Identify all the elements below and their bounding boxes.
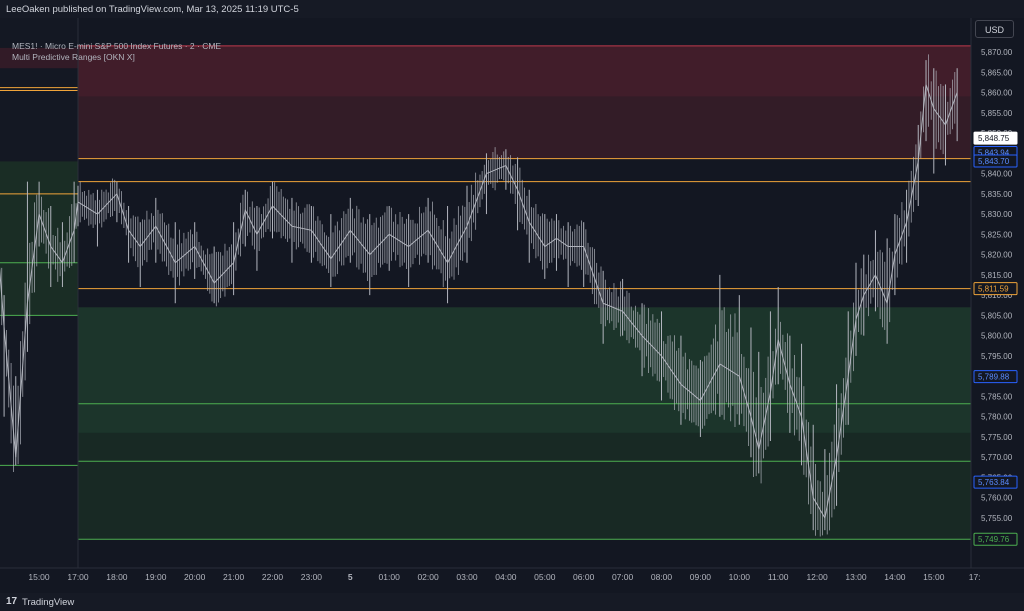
x-tick-label: 10:00 [729,572,751,582]
x-tick-label: 13:00 [845,572,867,582]
y-tick-label: 5,840.00 [981,170,1013,179]
y-tick-label: 5,815.00 [981,271,1013,280]
price-label: 5,763.84 [978,478,1010,487]
x-tick-label: 01:00 [379,572,401,582]
y-tick-label: 5,865.00 [981,68,1013,77]
y-tick-label: 5,775.00 [981,433,1013,442]
publish-bar: LeeOaken published on TradingView.com, M… [0,0,1024,18]
footer: 17 TradingView [0,593,1024,611]
zone-lower-resistance [78,96,971,159]
x-tick-label: 15:00 [923,572,945,582]
price-label: 5,848.75 [978,134,1010,143]
x-tick-label: 5 [348,572,353,582]
price-label: 5,843.70 [978,157,1010,166]
x-tick-label: 05:00 [534,572,556,582]
y-tick-label: 5,770.00 [981,453,1013,462]
chart-legend: MES1! · Micro E-mini S&P 500 Index Futur… [12,41,221,63]
y-tick-label: 5,830.00 [981,210,1013,219]
x-tick-label: 14:00 [884,572,906,582]
x-tick-label: 15:00 [28,572,50,582]
y-tick-label: 5,870.00 [981,48,1013,57]
x-tick-label: 19:00 [145,572,167,582]
y-tick-label: 5,825.00 [981,230,1013,239]
x-tick-label: 21:00 [223,572,245,582]
x-tick-label: 23:00 [301,572,323,582]
price-chart[interactable]: 5,755.005,760.005,765.005,770.005,775.00… [0,18,1024,593]
y-tick-label: 5,785.00 [981,392,1013,401]
y-tick-label: 5,760.00 [981,494,1013,503]
y-tick-label: 5,855.00 [981,109,1013,118]
price-label: 5,789.88 [978,373,1010,382]
x-tick-label: 17: [969,572,981,582]
brand-name: TradingView [22,597,75,608]
publish-info: LeeOaken published on TradingView.com, M… [6,4,299,15]
x-tick-label: 17:00 [67,572,89,582]
x-tick-label: 18:00 [106,572,128,582]
x-tick-label: 03:00 [456,572,478,582]
currency-button[interactable]: USD [975,20,1014,38]
x-tick-label: 22:00 [262,572,284,582]
price-label: 5,811.59 [978,285,1009,294]
x-tick-label: 08:00 [651,572,673,582]
x-tick-label: 20:00 [184,572,206,582]
price-label: 5,749.76 [978,535,1010,544]
y-tick-label: 5,780.00 [981,413,1013,422]
y-tick-label: 5,820.00 [981,251,1013,260]
indicator-title[interactable]: Multi Predictive Ranges [OKN X] [12,52,221,63]
y-tick-label: 5,800.00 [981,332,1013,341]
x-tick-label: 04:00 [495,572,517,582]
x-tick-label: 09:00 [690,572,712,582]
symbol-title[interactable]: MES1! · Micro E-mini S&P 500 Index Futur… [12,41,221,52]
x-tick-label: 06:00 [573,572,595,582]
tradingview-logo-icon: 17 [6,596,18,607]
y-tick-label: 5,805.00 [981,311,1013,320]
x-tick-label: 02:00 [417,572,439,582]
y-tick-label: 5,860.00 [981,89,1013,98]
x-tick-label: 12:00 [806,572,828,582]
x-tick-label: 11:00 [768,572,789,582]
y-tick-label: 5,755.00 [981,514,1013,523]
price-axis-background [971,18,1024,593]
chart-area[interactable]: 5,755.005,760.005,765.005,770.005,775.00… [0,18,1024,593]
y-tick-label: 5,835.00 [981,190,1013,199]
x-tick-label: 07:00 [612,572,634,582]
y-tick-label: 5,795.00 [981,352,1013,361]
